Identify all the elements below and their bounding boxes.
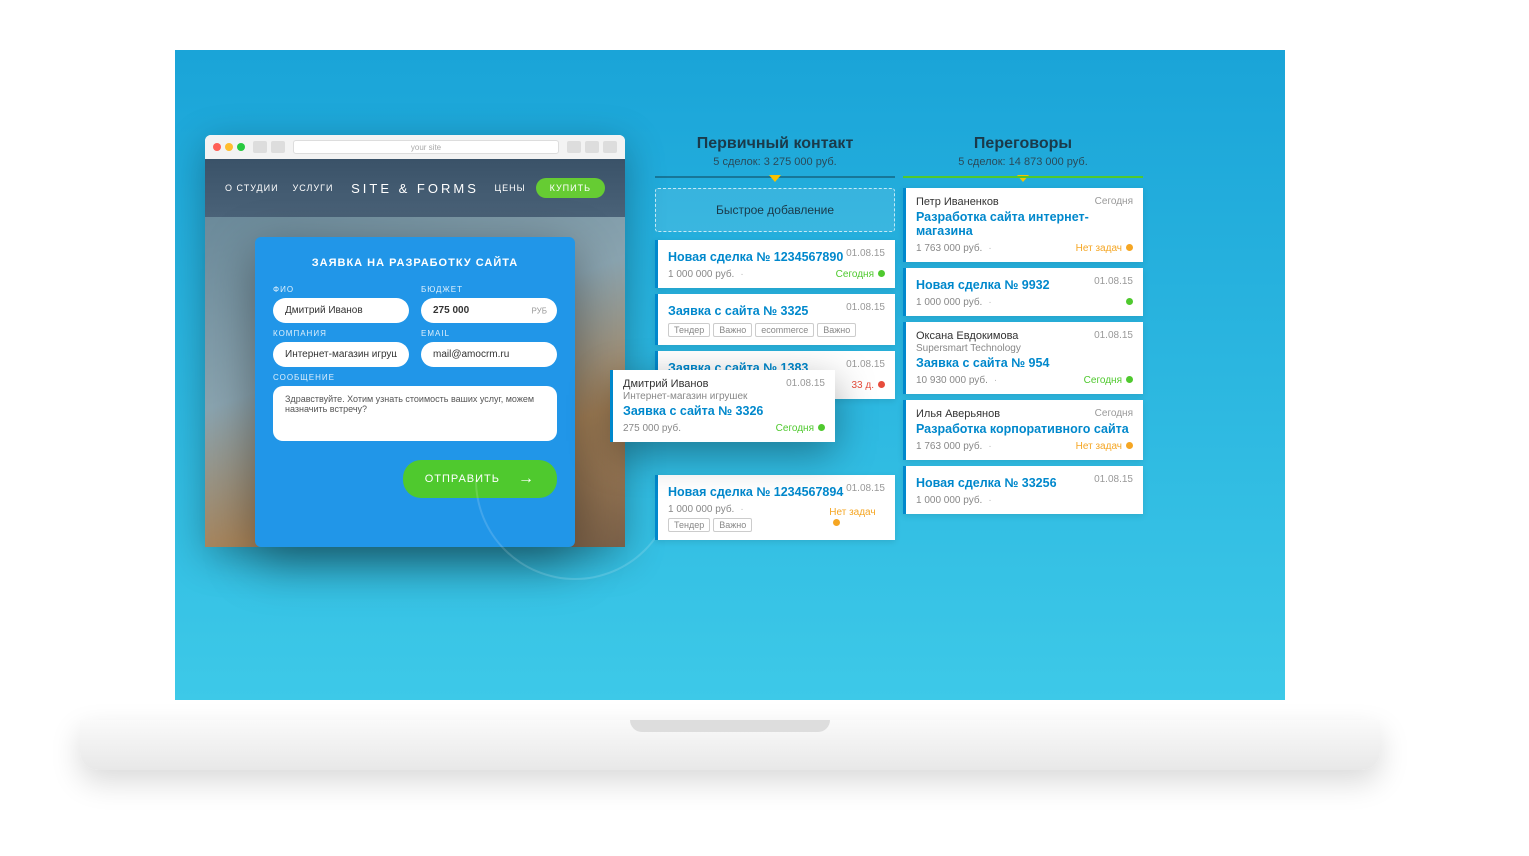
budget-label: БЮДЖЕТ <box>421 285 557 294</box>
col2-subtitle: 5 сделок: 14 873 000 руб. <box>903 156 1143 168</box>
deal-date: 01.08.15 <box>846 248 885 259</box>
deal-link[interactable]: Новая сделка № 33256 <box>916 476 1057 490</box>
deal-link[interactable]: Разработка корпоративного сайта <box>916 422 1133 436</box>
deal-date: Сегодня <box>1095 196 1133 207</box>
deal-link[interactable]: Новая сделка № 1234567894 <box>668 485 843 499</box>
deal-link[interactable]: Новая сделка № 1234567890 <box>668 250 843 264</box>
pipeline-col-negotiations: Переговоры 5 сделок: 14 873 000 руб. Пет… <box>903 135 1143 546</box>
deal-tag: Тендер <box>668 518 710 532</box>
status-dot-icon <box>1126 442 1133 449</box>
deal-status: Нет задач <box>829 507 875 518</box>
status-dot-icon <box>878 270 885 277</box>
deal-amount: 1 000 000 руб. <box>916 297 982 308</box>
deal-card[interactable]: Заявка с сайта № 332501.08.15 ТендерВажн… <box>655 294 895 345</box>
deal-date: 01.08.15 <box>1094 474 1133 485</box>
status-dot-icon <box>833 519 840 526</box>
deal-tag: ecommerce <box>755 323 814 337</box>
deal-status: Сегодня <box>1084 375 1122 386</box>
close-dot-icon <box>213 143 221 151</box>
deal-date: 01.08.15 <box>846 483 885 494</box>
deal-tag: Важно <box>713 518 752 532</box>
nav-price[interactable]: ЦЕНЫ <box>494 183 525 193</box>
deal-tag: Важно <box>817 323 856 337</box>
deal-card[interactable]: Новая сделка № 9932 01.08.15 1 000 000 ру… <box>903 268 1143 316</box>
deal-amount: 1 000 000 руб. <box>916 495 982 506</box>
deal-tag: Важно <box>713 323 752 337</box>
minimize-dot-icon <box>225 143 233 151</box>
deal-link[interactable]: Заявка с сайта № 3326 <box>623 404 825 418</box>
decorative-arc <box>475 480 675 580</box>
deal-amount: 1 763 000 руб. <box>916 243 982 254</box>
budget-suffix: РУБ <box>532 306 548 315</box>
deal-card[interactable]: Новая сделка № 123456789001.08.15 1 000 … <box>655 240 895 288</box>
deal-person: Оксана Евдокимова <box>916 330 1021 342</box>
deal-amount: 1 000 000 руб. <box>668 269 734 280</box>
maximize-dot-icon <box>237 143 245 151</box>
deal-person: Дмитрий Иванов <box>623 378 747 390</box>
nav-services[interactable]: УСЛУГИ <box>293 183 334 193</box>
deal-card[interactable]: Илья Аверьянов Сегодня Разработка корпора… <box>903 400 1143 460</box>
deal-date: 01.08.15 <box>786 378 825 389</box>
tabs-icon <box>603 141 617 153</box>
col2-title: Переговоры <box>903 135 1143 153</box>
deal-link[interactable]: Заявка с сайта № 3325 <box>668 304 808 318</box>
deal-company: Supersmart Technology <box>916 343 1021 354</box>
deal-person: Петр Иваненков <box>916 196 999 208</box>
url-bar: your site <box>293 140 559 154</box>
deal-status: Сегодня <box>776 423 814 434</box>
deal-date: 01.08.15 <box>1094 276 1133 287</box>
dragging-deal-card[interactable]: Дмитрий Иванов Интернет-магазин игрушек … <box>610 370 835 442</box>
deal-card[interactable]: Петр Иваненков Сегодня Разработка сайта и… <box>903 188 1143 262</box>
message-input[interactable] <box>273 386 557 441</box>
deal-date: 01.08.15 <box>1094 330 1133 341</box>
deal-tag: Тендер <box>668 323 710 337</box>
nav-about[interactable]: О СТУДИИ <box>225 183 279 193</box>
pipeline: Первичный контакт 5 сделок: 3 275 000 ру… <box>655 135 1143 546</box>
site-header: О СТУДИИ УСЛУГИ SITE & FORMS ЦЕНЫ КУПИТЬ <box>205 159 625 217</box>
deal-date: 01.08.15 <box>846 359 885 370</box>
deal-date: Сегодня <box>1095 408 1133 419</box>
deal-person: Илья Аверьянов <box>916 408 1000 420</box>
deal-link[interactable]: Заявка с сайта № 954 <box>916 356 1133 370</box>
status-dot-icon <box>1126 376 1133 383</box>
deal-status: 33 д. <box>851 380 874 391</box>
deal-link[interactable]: Новая сделка № 9932 <box>916 278 1050 292</box>
email-input[interactable] <box>421 342 557 367</box>
company-input[interactable] <box>273 342 409 367</box>
deal-company: Интернет-магазин игрушек <box>623 391 747 402</box>
deal-status: Сегодня <box>836 269 874 280</box>
deal-amount: 1 000 000 руб. <box>668 504 734 515</box>
deal-link[interactable]: Разработка сайта интернет-магазина <box>916 210 1133 238</box>
message-label: СООБЩЕНИЕ <box>273 373 557 382</box>
status-dot-icon <box>818 424 825 431</box>
deal-amount: 10 930 000 руб. <box>916 375 988 386</box>
status-dot-icon <box>878 381 885 388</box>
back-icon <box>253 141 267 153</box>
deal-amount: 275 000 руб. <box>623 423 681 434</box>
deal-card[interactable]: Оксана ЕвдокимоваSupersmart Technology 01… <box>903 322 1143 394</box>
email-label: EMAIL <box>421 329 557 338</box>
deal-date: 01.08.15 <box>846 302 885 313</box>
forward-icon <box>271 141 285 153</box>
status-dot-icon <box>1126 244 1133 251</box>
site-logo: SITE & FORMS <box>351 181 479 196</box>
deal-card[interactable]: Новая сделка № 123456789401.08.15 1 000 … <box>655 475 895 540</box>
col1-title: Первичный контакт <box>655 135 895 153</box>
deal-amount: 1 763 000 руб. <box>916 441 982 452</box>
deal-status: Нет задач <box>1076 441 1122 452</box>
company-label: КОМПАНИЯ <box>273 329 409 338</box>
deal-status: Нет задач <box>1076 243 1122 254</box>
pipeline-col-primary-contact: Первичный контакт 5 сделок: 3 275 000 ру… <box>655 135 895 546</box>
quick-add-button[interactable]: Быстрое добавление <box>655 188 895 232</box>
fio-label: ФИО <box>273 285 409 294</box>
form-title: ЗАЯВКА НА РАЗРАБОТКУ САЙТА <box>273 257 557 269</box>
deal-card[interactable]: Новая сделка № 33256 01.08.15 1 000 000 р… <box>903 466 1143 514</box>
status-dot-icon <box>1126 298 1133 305</box>
col1-subtitle: 5 сделок: 3 275 000 руб. <box>655 156 895 168</box>
fio-input[interactable] <box>273 298 409 323</box>
share-icon <box>585 141 599 153</box>
browser-chrome: your site <box>205 135 625 159</box>
buy-button[interactable]: КУПИТЬ <box>536 178 605 198</box>
reload-icon <box>567 141 581 153</box>
